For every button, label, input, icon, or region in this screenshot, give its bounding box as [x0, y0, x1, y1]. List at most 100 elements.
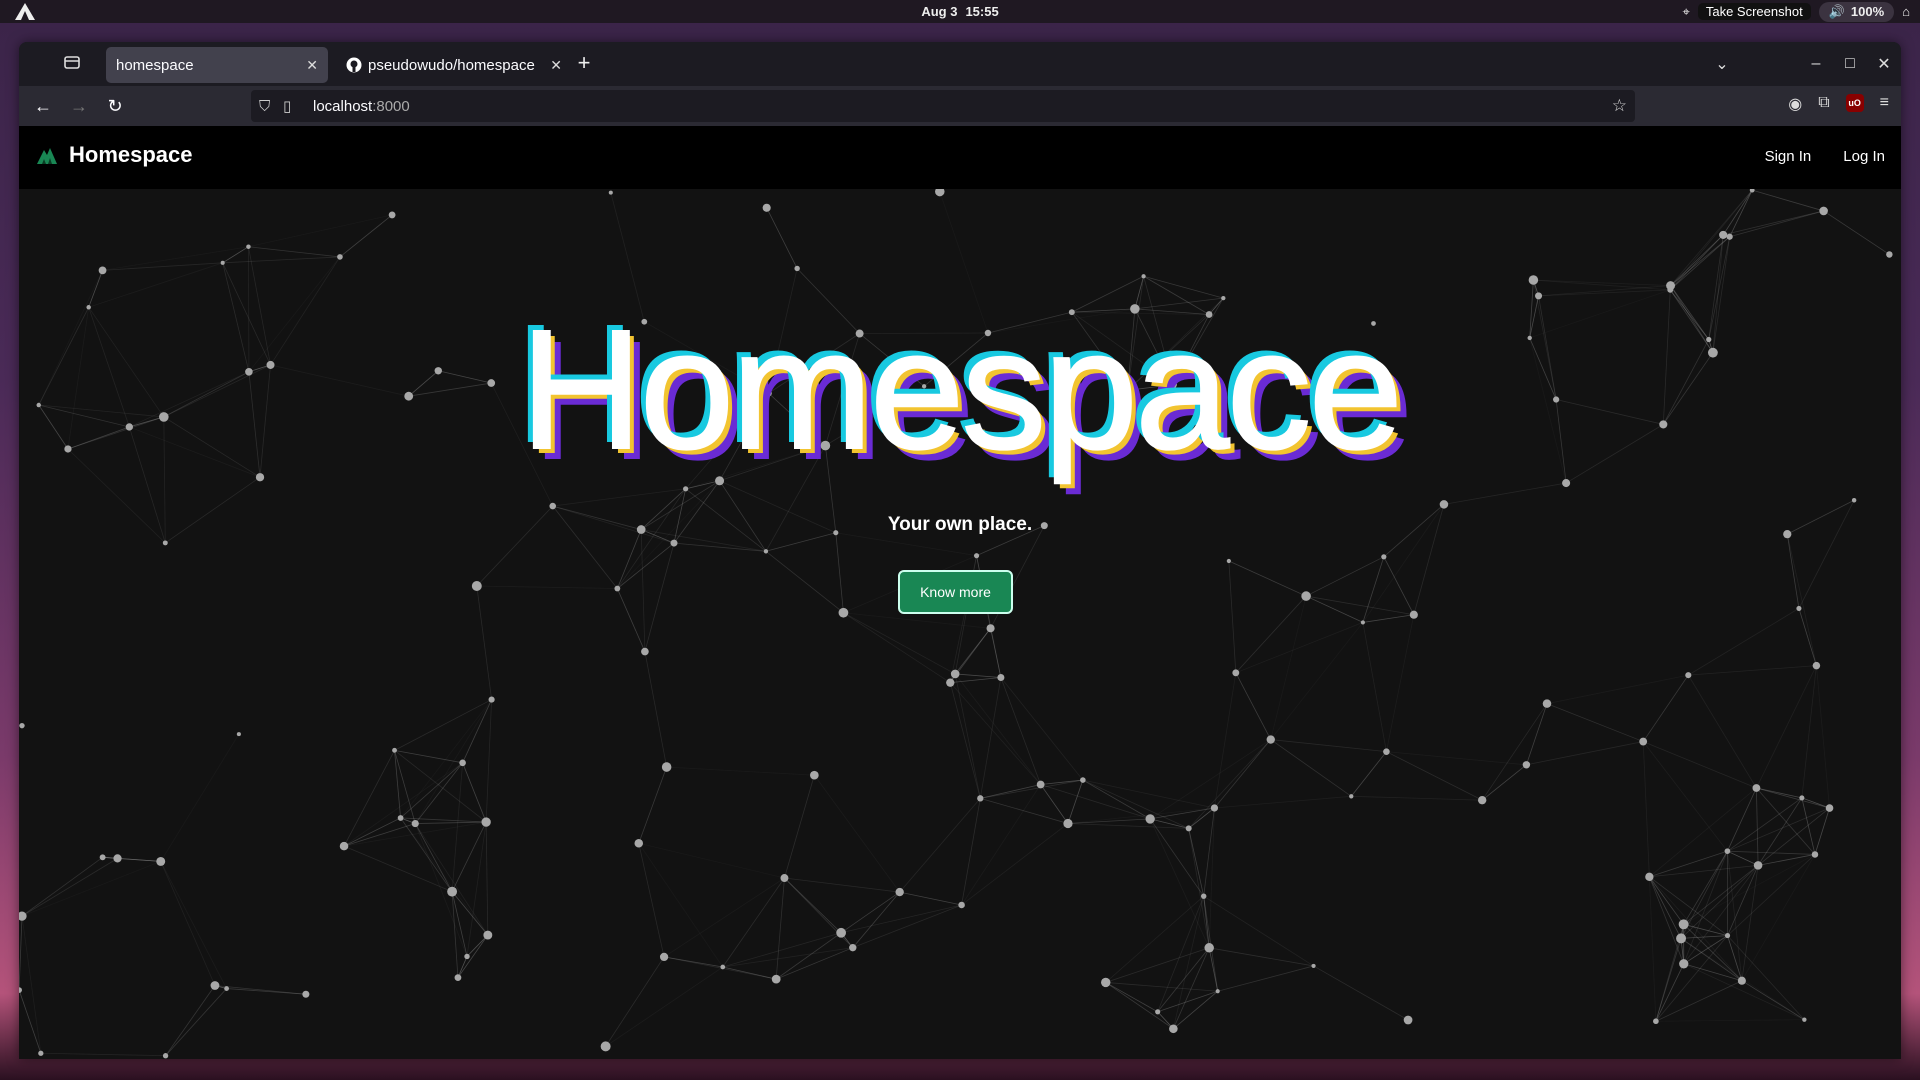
site-nav-links: Sign In Log In	[1765, 148, 1885, 165]
network-link	[1386, 614, 1415, 752]
network-node	[986, 624, 995, 633]
network-link	[165, 985, 216, 1056]
network-node	[950, 669, 960, 679]
network-node	[1542, 699, 1552, 708]
home-icon[interactable]: ⌂	[1902, 4, 1910, 19]
network-node	[38, 1050, 44, 1056]
network-link	[1680, 865, 1759, 939]
back-arrow-icon[interactable]: ←	[31, 94, 55, 118]
page-info-icon[interactable]: ▯	[283, 97, 303, 115]
network-link	[1270, 622, 1364, 740]
network-link	[955, 673, 1001, 678]
network-node	[1145, 814, 1155, 824]
network-link	[1228, 560, 1364, 623]
network-node	[1724, 848, 1731, 855]
network-node	[771, 974, 781, 984]
extensions-puzzle-icon[interactable]: ⧉	[1818, 94, 1829, 114]
tab-github[interactable]: pseudowudo/homespace ✕	[336, 47, 572, 83]
tab-overview-icon[interactable]	[62, 52, 86, 76]
network-link	[605, 966, 723, 1047]
network-link	[1188, 828, 1210, 948]
network-link	[775, 877, 785, 980]
network-node	[977, 795, 984, 802]
log-in-link[interactable]: Log In	[1843, 148, 1885, 165]
network-link	[1683, 865, 1759, 965]
network-node	[1439, 500, 1449, 509]
network-link	[1741, 854, 1816, 981]
network-node	[1210, 804, 1219, 812]
maximize-icon[interactable]: □	[1833, 55, 1867, 73]
url-text[interactable]: localhost:8000	[313, 98, 410, 115]
network-node	[1737, 976, 1746, 985]
forward-arrow-icon[interactable]: →	[67, 94, 91, 118]
network-link	[400, 699, 492, 819]
minimize-icon[interactable]: –	[1799, 55, 1833, 73]
network-link	[1157, 896, 1205, 1012]
clock[interactable]: Aug 3 15:55	[0, 4, 1920, 19]
screenshot-icon[interactable]: ⌖	[1683, 4, 1690, 20]
network-link	[1648, 876, 1657, 1022]
network-node	[113, 854, 122, 863]
network-link	[1157, 990, 1218, 1013]
volume-indicator[interactable]: 🔊 100%	[1818, 1, 1895, 22]
bookmark-star-icon[interactable]: ☆	[1612, 96, 1627, 116]
network-node	[156, 856, 166, 866]
network-node	[1528, 275, 1539, 285]
network-link	[21, 858, 118, 917]
close-tab-icon[interactable]: ✕	[306, 57, 318, 74]
tab-list-chevron-down-icon[interactable]: ⌄	[1705, 54, 1739, 74]
network-node	[1886, 251, 1893, 258]
network-link	[1082, 779, 1151, 820]
new-tab-plus-icon[interactable]: +	[572, 52, 596, 76]
network-link	[1386, 751, 1527, 766]
network-link	[1801, 797, 1816, 855]
network-link	[616, 588, 646, 652]
menu-hamburger-icon[interactable]: ≡	[1880, 94, 1889, 114]
network-link	[485, 822, 489, 936]
network-link	[835, 532, 844, 613]
network-link	[899, 891, 962, 906]
network-link	[400, 817, 489, 936]
network-link	[979, 677, 1002, 799]
network-node	[780, 874, 789, 882]
network-node	[1185, 825, 1192, 832]
network-link	[248, 214, 393, 248]
network-link	[1217, 965, 1314, 992]
url-port: :8000	[372, 97, 410, 115]
ublock-origin-icon[interactable]: uO	[1845, 94, 1864, 112]
sign-in-link[interactable]: Sign In	[1765, 148, 1812, 165]
shield-icon[interactable]: ⛉	[259, 98, 279, 115]
network-link	[1235, 595, 1307, 674]
close-tab-icon[interactable]: ✕	[550, 57, 562, 74]
network-link	[1351, 795, 1483, 801]
network-link	[1756, 665, 1817, 789]
network-link	[1214, 739, 1272, 809]
close-window-icon[interactable]: ✕	[1867, 54, 1901, 74]
know-more-button[interactable]: Know more	[898, 570, 1013, 614]
network-node	[1063, 818, 1073, 829]
network-link	[1105, 947, 1210, 983]
network-link	[1683, 854, 1816, 925]
account-icon[interactable]: ◉	[1788, 94, 1802, 114]
network-link	[638, 842, 785, 879]
site-brand[interactable]: Homespace	[35, 142, 193, 168]
network-node	[1676, 933, 1687, 944]
network-node	[1802, 1017, 1807, 1022]
network-link	[1727, 854, 1816, 936]
reload-icon[interactable]: ↻	[103, 94, 127, 118]
network-link	[1362, 622, 1387, 752]
network-link	[784, 877, 900, 893]
network-link	[766, 207, 798, 269]
network-link	[961, 798, 981, 906]
network-link	[1741, 980, 1805, 1021]
network-link	[160, 733, 240, 862]
tab-homespace[interactable]: homespace ✕	[106, 47, 328, 83]
network-node	[1311, 963, 1316, 969]
network-link	[1727, 787, 1757, 852]
network-link	[1203, 895, 1314, 967]
network-link	[160, 861, 216, 986]
network-link	[1670, 234, 1724, 286]
address-bar[interactable]: ⛉ ▯ localhost:8000 ☆	[251, 90, 1635, 122]
network-link	[1172, 896, 1205, 1029]
network-node	[447, 886, 458, 897]
